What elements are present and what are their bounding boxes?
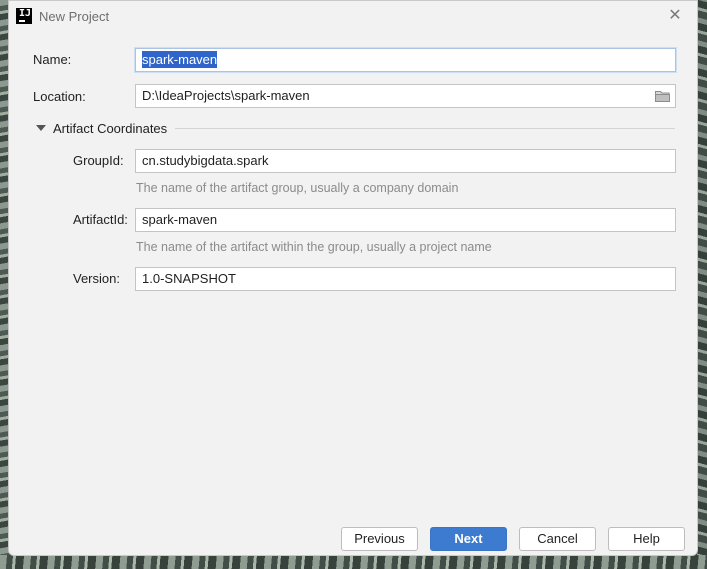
desktop-background-right — [697, 0, 707, 569]
location-input-value: D:\IdeaProjects\spark-maven — [142, 88, 310, 103]
artifactid-input-value: spark-maven — [142, 212, 218, 227]
desktop-background-bottom — [0, 555, 707, 569]
folder-icon[interactable] — [655, 90, 670, 102]
location-input[interactable]: D:\IdeaProjects\spark-maven — [135, 84, 676, 108]
artifact-coordinates-title: Artifact Coordinates — [53, 121, 168, 136]
groupid-input-value: cn.studybigdata.spark — [142, 153, 269, 168]
groupid-input[interactable]: cn.studybigdata.spark — [135, 149, 676, 173]
version-label: Version: — [73, 271, 120, 286]
name-input[interactable]: spark-maven — [135, 48, 676, 72]
name-label: Name: — [33, 52, 72, 67]
help-button[interactable]: Help — [608, 527, 685, 551]
previous-button[interactable]: Previous — [341, 527, 418, 551]
groupid-label: GroupId: — [73, 153, 124, 168]
version-input-value: 1.0-SNAPSHOT — [142, 271, 236, 286]
artifactid-hint: The name of the artifact within the grou… — [136, 240, 492, 254]
intellij-app-icon: IJ — [16, 8, 32, 24]
window-title: New Project — [39, 9, 110, 24]
cancel-button[interactable]: Cancel — [519, 527, 596, 551]
title-bar: IJ New Project ✕ — [9, 1, 697, 33]
new-project-dialog: IJ New Project ✕ Name: spark-maven Locat… — [8, 0, 698, 556]
next-button[interactable]: Next — [430, 527, 507, 551]
location-label: Location: — [33, 89, 86, 104]
close-icon[interactable]: ✕ — [667, 7, 683, 25]
artifactid-label: ArtifactId: — [73, 212, 128, 227]
artifactid-input[interactable]: spark-maven — [135, 208, 676, 232]
groupid-hint: The name of the artifact group, usually … — [136, 181, 459, 195]
expand-triangle-icon[interactable] — [36, 125, 46, 131]
section-divider — [175, 128, 675, 129]
version-input[interactable]: 1.0-SNAPSHOT — [135, 267, 676, 291]
name-input-value: spark-maven — [142, 51, 218, 68]
